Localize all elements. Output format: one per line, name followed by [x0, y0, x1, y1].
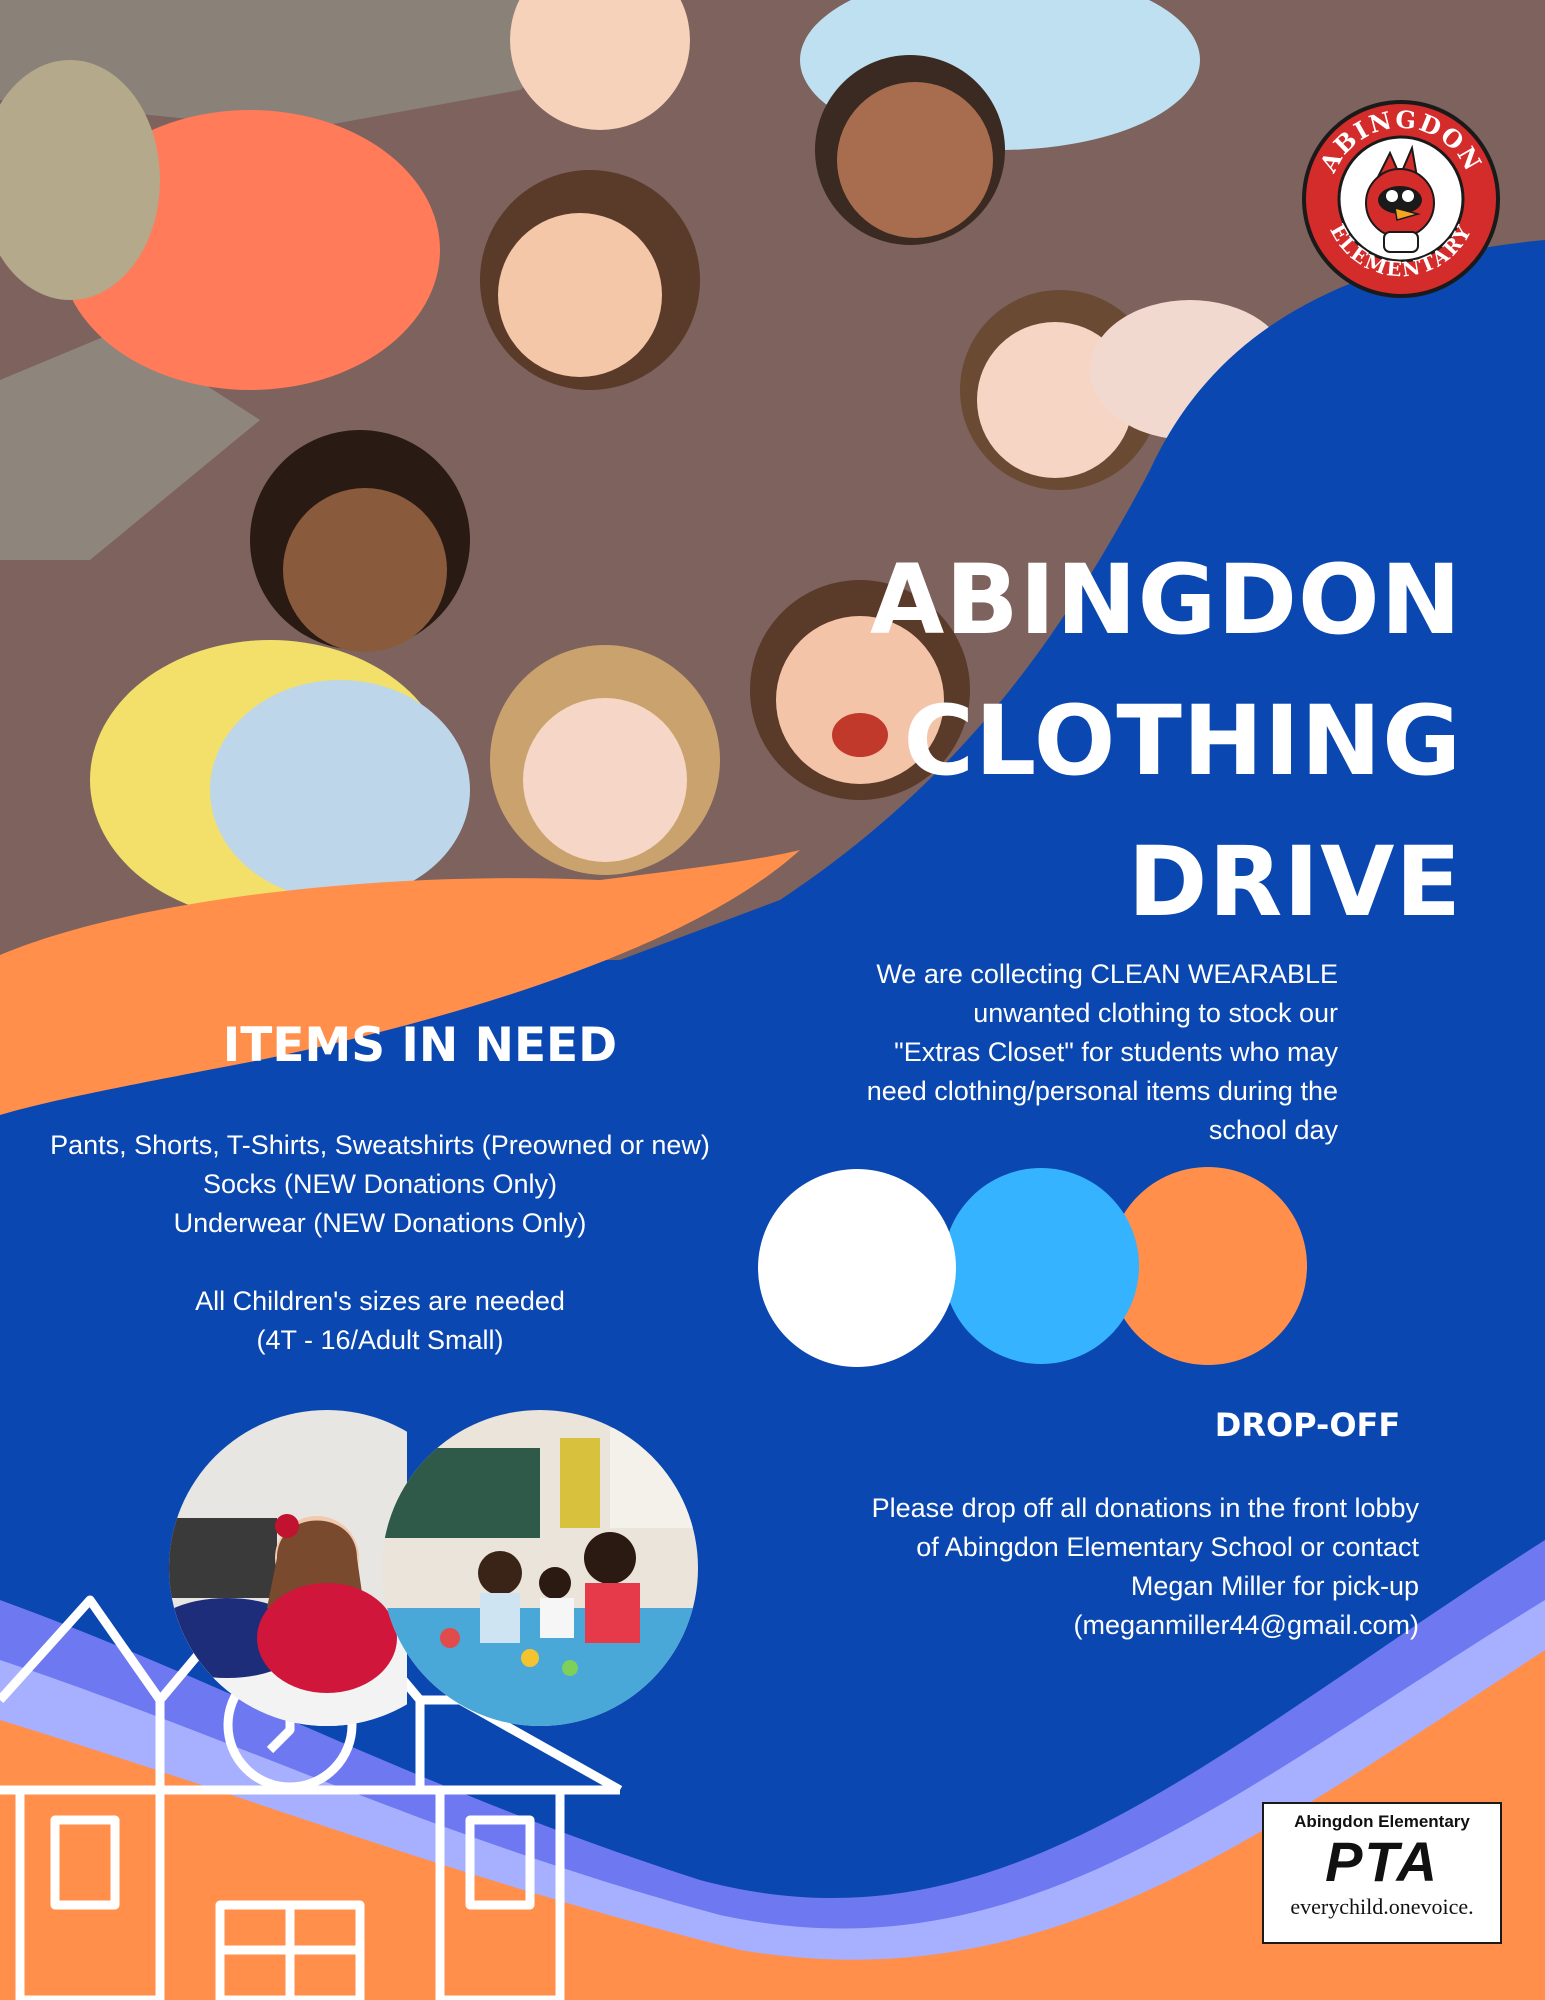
dropoff-line: Please drop off all donations in the fro… [871, 1493, 1419, 1523]
items-heading: ITEMS IN NEED [222, 1018, 618, 1073]
title-line: CLOTHING [903, 685, 1462, 797]
items-line: (4T - 16/Adult Small) [256, 1325, 504, 1355]
pta-logo: Abingdon Elementary PTA everychild.onevo… [1262, 1802, 1502, 1944]
intro-line: "Extras Closet" for students who may [894, 1037, 1338, 1067]
dropoff-line: Megan Miller for pick-up [1130, 1571, 1419, 1601]
pta-mark: PTA [1325, 1830, 1439, 1893]
white-circle [758, 1169, 956, 1367]
title-line: DRIVE [1127, 826, 1462, 938]
items-line: Underwear (NEW Donations Only) [173, 1208, 587, 1238]
dropoff-line: of Abingdon Elementary School or contact [916, 1532, 1419, 1562]
items-line: Socks (NEW Donations Only) [202, 1169, 558, 1199]
intro-paragraph: We are collecting CLEAN WEARABLE unwante… [778, 955, 1338, 1150]
abingdon-elementary-logo: ABINGDON ELEMENTARY [1302, 100, 1500, 298]
intro-line: school day [1208, 1115, 1338, 1145]
items-line: All Children's sizes are needed [195, 1286, 565, 1316]
dropoff-body: Please drop off all donations in the fro… [779, 1489, 1419, 1645]
intro-line: unwanted clothing to stock our [973, 998, 1338, 1028]
pta-tagline: everychild.onevoice. [1290, 1894, 1474, 1919]
dropoff-email: (meganmiller44@gmail.com) [1073, 1610, 1419, 1640]
pta-school-name: Abingdon Elementary [1294, 1812, 1470, 1831]
items-spacer [0, 1243, 760, 1282]
intro-line: We are collecting CLEAN WEARABLE [876, 959, 1338, 989]
items-list: Pants, Shorts, T-Shirts, Sweatshirts (Pr… [0, 1126, 760, 1360]
items-line: Pants, Shorts, T-Shirts, Sweatshirts (Pr… [50, 1130, 710, 1160]
dropoff-heading: DROP-OFF [1214, 1406, 1401, 1444]
light-blue-circle [943, 1168, 1139, 1364]
flyer-page: ABINGDON ELEMENTARY ABINGDON CLOTHING DR… [0, 0, 1545, 2000]
page-title: ABINGDON CLOTHING DRIVE [762, 530, 1462, 953]
title-line: ABINGDON [870, 544, 1462, 656]
girl-drawing-photo [169, 1410, 407, 1726]
classroom-photo [382, 1410, 698, 1726]
intro-line: need clothing/personal items during the [866, 1076, 1338, 1106]
